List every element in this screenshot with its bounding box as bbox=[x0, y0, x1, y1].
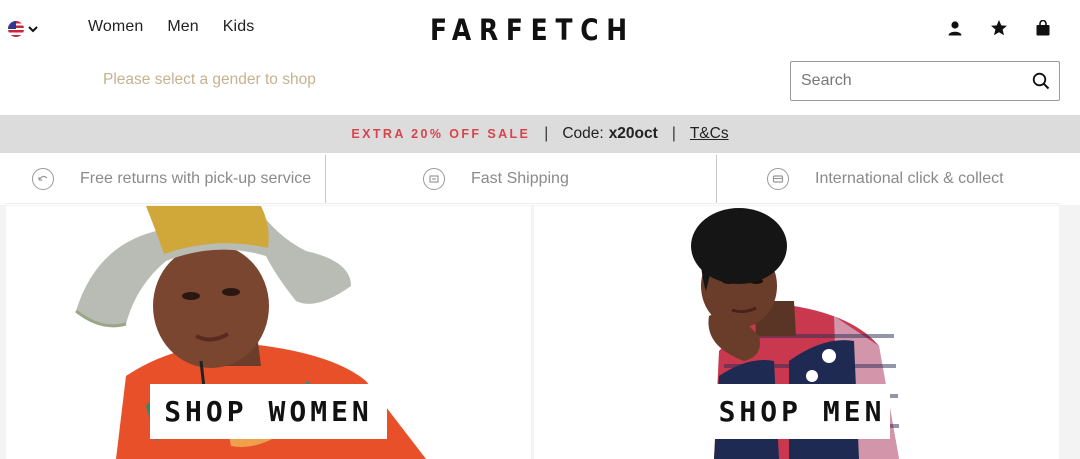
nav-men[interactable]: Men bbox=[167, 18, 198, 36]
search-icon[interactable] bbox=[1031, 71, 1051, 91]
chevron-down-icon bbox=[28, 26, 38, 33]
shop-women-button[interactable]: SHOP WOMEN bbox=[150, 384, 387, 439]
usp-label: Free returns with pick-up service bbox=[80, 170, 312, 187]
us-flag-icon bbox=[8, 21, 24, 37]
nav-women[interactable]: Women bbox=[88, 18, 143, 36]
usp-bar: Free returns with pick-up service Fast S… bbox=[5, 155, 1060, 204]
farfetch-logo[interactable]: FARFETCH bbox=[430, 14, 627, 46]
promo-code-label: Code: bbox=[562, 125, 604, 142]
shop-women-tile[interactable]: SHOP WOMEN bbox=[6, 206, 531, 459]
gender-prompt: Please select a gender to shop bbox=[103, 71, 316, 88]
category-tiles: SHOP WOMEN SHOP MEN bbox=[0, 205, 1080, 459]
terms-link[interactable]: T&Cs bbox=[690, 125, 729, 143]
usp-label: Fast Shipping bbox=[471, 170, 569, 187]
promo-divider: | bbox=[671, 125, 676, 142]
usp-click-collect[interactable]: International click & collect bbox=[716, 155, 1060, 203]
wishlist-star-icon[interactable] bbox=[990, 19, 1008, 37]
returns-icon bbox=[32, 168, 54, 190]
usp-label: International click & collect bbox=[815, 170, 1004, 187]
promo-banner: EXTRA 20% OFF SALE | Code: x20oct | T&Cs bbox=[0, 115, 1080, 153]
click-collect-icon bbox=[767, 168, 789, 190]
nav-kids[interactable]: Kids bbox=[223, 18, 255, 36]
gender-nav: Women Men Kids bbox=[88, 18, 254, 36]
user-icons bbox=[946, 19, 1052, 37]
shop-men-button[interactable]: SHOP MEN bbox=[714, 384, 890, 439]
locale-selector[interactable] bbox=[8, 19, 39, 39]
promo-code-value: x20oct bbox=[608, 125, 658, 142]
site-header: Women Men Kids FARFETCH Please select a … bbox=[0, 0, 1080, 115]
usp-free-returns[interactable]: Free returns with pick-up service bbox=[5, 155, 325, 203]
usp-fast-shipping[interactable]: Fast Shipping bbox=[325, 155, 716, 203]
promo-divider: | bbox=[544, 125, 549, 142]
bag-icon[interactable] bbox=[1034, 19, 1052, 37]
search-input[interactable] bbox=[801, 62, 1021, 100]
search-box bbox=[790, 61, 1060, 101]
promo-sale-text: EXTRA 20% OFF SALE bbox=[351, 127, 531, 141]
account-icon[interactable] bbox=[946, 19, 964, 37]
shop-men-tile[interactable]: SHOP MEN bbox=[534, 206, 1059, 459]
shipping-icon bbox=[423, 168, 445, 190]
